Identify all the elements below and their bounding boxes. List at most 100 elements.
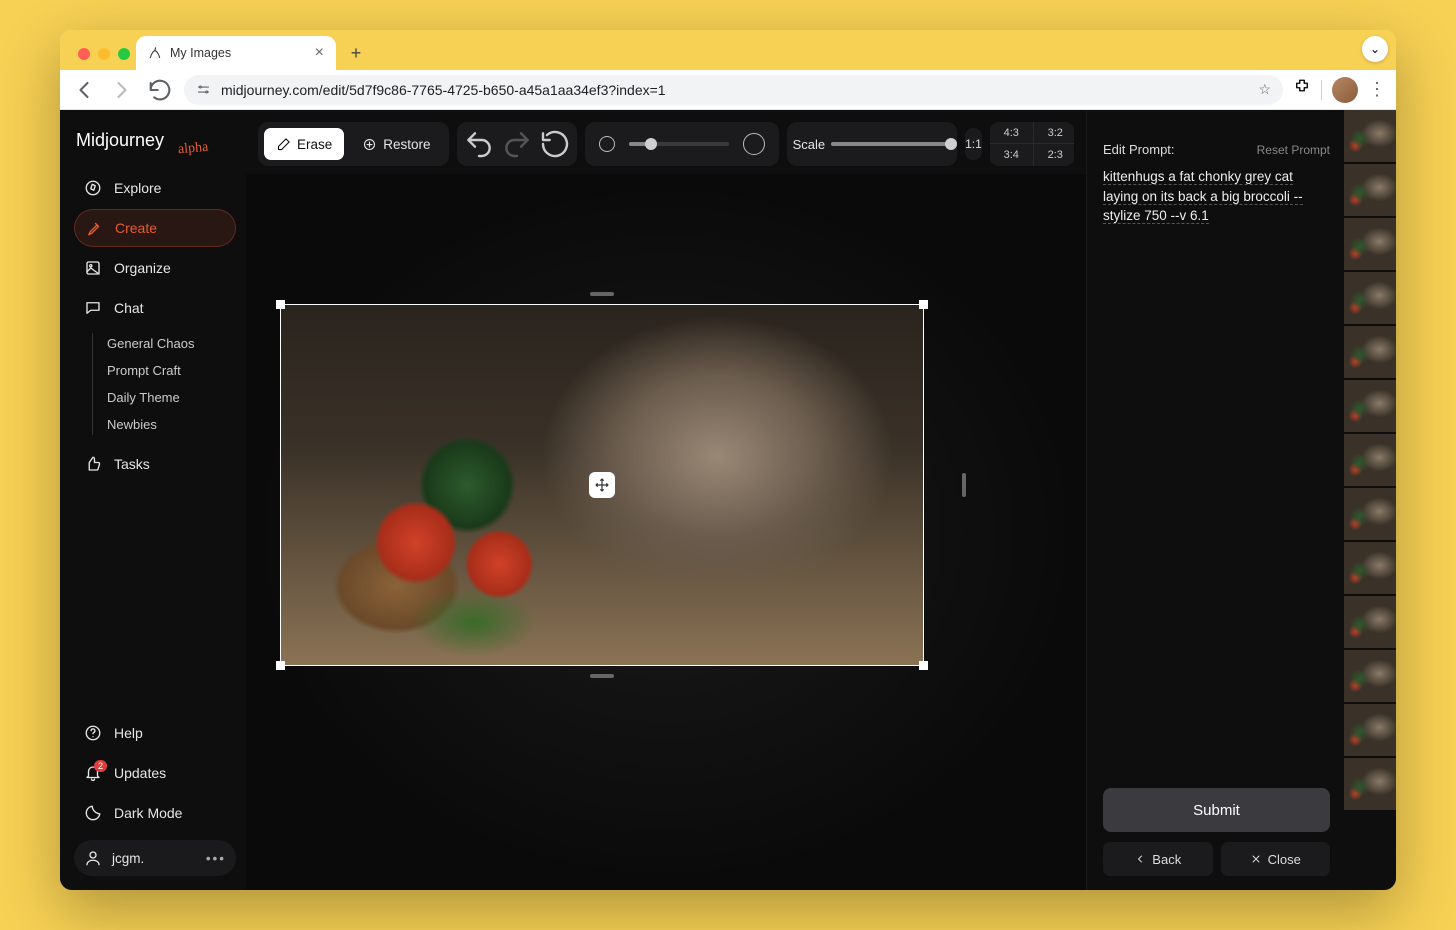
submit-button[interactable]: Submit [1103, 788, 1330, 832]
user-menu[interactable]: jcgm. ••• [74, 840, 236, 876]
reset-prompt-button[interactable]: Reset Prompt [1257, 143, 1330, 157]
scale-slider[interactable] [831, 142, 951, 146]
redo-button[interactable] [501, 128, 533, 160]
app-root: Midjourney alpha Explore Create Organize [60, 110, 1396, 890]
address-bar[interactable]: midjourney.com/edit/5d7f9c86-7765-4725-b… [184, 75, 1283, 105]
brush-large-icon[interactable] [743, 133, 765, 155]
thumbnail[interactable] [1344, 542, 1396, 594]
reset-button[interactable] [539, 128, 571, 160]
browser-menu-icon[interactable]: ⋮ [1368, 79, 1386, 100]
thumbnail[interactable] [1344, 272, 1396, 324]
back-button[interactable] [70, 76, 98, 104]
help-icon [84, 724, 102, 742]
close-tab-icon[interactable]: × [315, 45, 324, 61]
url-text: midjourney.com/edit/5d7f9c86-7765-4725-b… [221, 82, 666, 98]
thumbnail[interactable] [1344, 218, 1396, 270]
url-bar: midjourney.com/edit/5d7f9c86-7765-4725-b… [60, 70, 1396, 110]
erase-button[interactable]: Erase [264, 128, 344, 160]
thumbnail[interactable] [1344, 326, 1396, 378]
thumbnail[interactable] [1344, 704, 1396, 756]
profile-avatar[interactable] [1332, 77, 1358, 103]
alpha-tag: alpha [177, 140, 209, 159]
sidebar-item-darkmode[interactable]: Dark Mode [74, 794, 236, 832]
aspect-3-2[interactable]: 3:2 [1034, 122, 1074, 144]
favicon-icon [148, 46, 162, 60]
canvas[interactable] [246, 174, 1086, 890]
crop-edge-top[interactable] [590, 292, 614, 296]
thumbs-up-icon [84, 455, 102, 473]
toolbar: Erase Restore [246, 110, 1086, 174]
browser-window: My Images × + ⌄ midjourney.com/edit/5d7f… [60, 30, 1396, 890]
thumbnail[interactable] [1344, 596, 1396, 648]
forward-button[interactable] [108, 76, 136, 104]
brush-size-slider[interactable] [629, 142, 729, 146]
thumbnail[interactable] [1344, 650, 1396, 702]
subnav-general-chaos[interactable]: General Chaos [107, 333, 236, 354]
crop-edge-bottom[interactable] [590, 674, 614, 678]
close-window-icon[interactable] [78, 48, 90, 60]
logo: Midjourney alpha [76, 130, 236, 151]
tabs-dropdown-button[interactable]: ⌄ [1362, 36, 1388, 62]
new-tab-button[interactable]: + [342, 39, 370, 67]
crop-handle-bl[interactable] [276, 661, 285, 670]
minimize-window-icon[interactable] [98, 48, 110, 60]
subnav-prompt-craft[interactable]: Prompt Craft [107, 360, 236, 381]
reload-button[interactable] [146, 76, 174, 104]
tab-strip: My Images × + ⌄ [60, 30, 1396, 70]
aspect-1-1[interactable]: 1:1 [965, 128, 982, 160]
subnav-newbies[interactable]: Newbies [107, 414, 236, 435]
site-settings-icon[interactable] [196, 82, 211, 97]
user-icon [84, 849, 102, 867]
move-button[interactable] [589, 472, 615, 498]
history-group [457, 122, 577, 166]
thumbnail[interactable] [1344, 164, 1396, 216]
extensions-icon[interactable] [1293, 78, 1311, 101]
thumbnail[interactable] [1344, 380, 1396, 432]
sidebar-item-explore[interactable]: Explore [74, 169, 236, 207]
sidebar-item-create[interactable]: Create [74, 209, 236, 247]
move-icon [594, 477, 610, 493]
aspect-4-3[interactable]: 4:3 [990, 122, 1034, 144]
edit-prompt-panel: Edit Prompt: Reset Prompt kittenhugs a f… [1086, 110, 1344, 890]
prompt-text[interactable]: kittenhugs a fat chonky grey cat laying … [1103, 167, 1330, 226]
sidebar-item-updates[interactable]: 2 Updates [74, 754, 236, 792]
chat-subnav: General Chaos Prompt Craft Daily Theme N… [92, 333, 236, 435]
browser-tab[interactable]: My Images × [136, 36, 336, 70]
image-icon [84, 259, 102, 277]
chevron-left-icon [1134, 853, 1146, 865]
sidebar-item-organize[interactable]: Organize [74, 249, 236, 287]
close-button-panel[interactable]: Close [1221, 842, 1331, 876]
thumbnail[interactable] [1344, 110, 1396, 162]
back-button-panel[interactable]: Back [1103, 842, 1213, 876]
aspect-3-4[interactable]: 3:4 [990, 144, 1034, 166]
crop-handle-br[interactable] [919, 661, 928, 670]
erase-restore-group: Erase Restore [258, 122, 449, 166]
tab-title: My Images [170, 46, 231, 60]
star-icon[interactable]: ☆ [1258, 81, 1271, 98]
thumbnail[interactable] [1344, 488, 1396, 540]
crop-handle-tl[interactable] [276, 300, 285, 309]
crop-edge-right[interactable] [962, 473, 966, 497]
brush-icon [85, 219, 103, 237]
sidebar-item-tasks[interactable]: Tasks [74, 445, 236, 483]
thumbnail[interactable] [1344, 758, 1396, 810]
subnav-daily-theme[interactable]: Daily Theme [107, 387, 236, 408]
window-controls[interactable] [72, 48, 136, 70]
restore-button[interactable]: Restore [350, 128, 442, 160]
thumbnail[interactable] [1344, 434, 1396, 486]
sidebar-item-help[interactable]: Help [74, 714, 236, 752]
plus-circle-icon [362, 137, 377, 152]
more-icon[interactable]: ••• [206, 851, 226, 866]
panel-title: Edit Prompt: [1103, 142, 1175, 157]
crop-handle-tr[interactable] [919, 300, 928, 309]
sidebar-item-chat[interactable]: Chat [74, 289, 236, 327]
crop-box[interactable] [280, 304, 924, 666]
maximize-window-icon[interactable] [118, 48, 130, 60]
brush-small-icon[interactable] [599, 136, 615, 152]
scale-label: Scale [793, 137, 826, 152]
close-icon [1250, 853, 1262, 865]
aspect-2-3[interactable]: 2:3 [1034, 144, 1074, 166]
undo-button[interactable] [463, 128, 495, 160]
moon-icon [84, 804, 102, 822]
divider [1321, 80, 1322, 100]
